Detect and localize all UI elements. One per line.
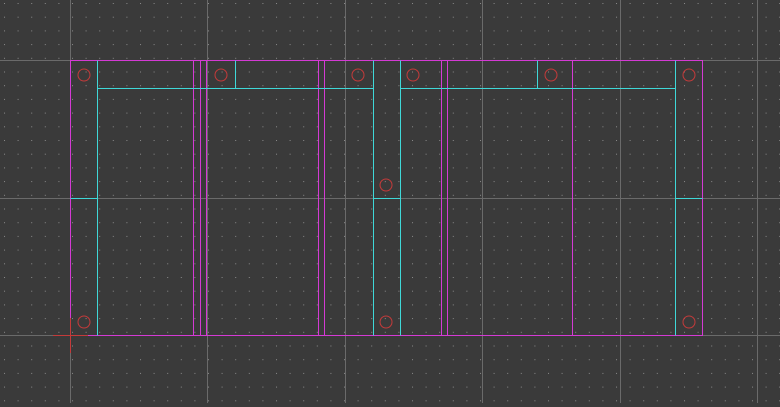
cad-viewport[interactable] [0,0,780,403]
drawing-canvas[interactable] [0,0,780,403]
